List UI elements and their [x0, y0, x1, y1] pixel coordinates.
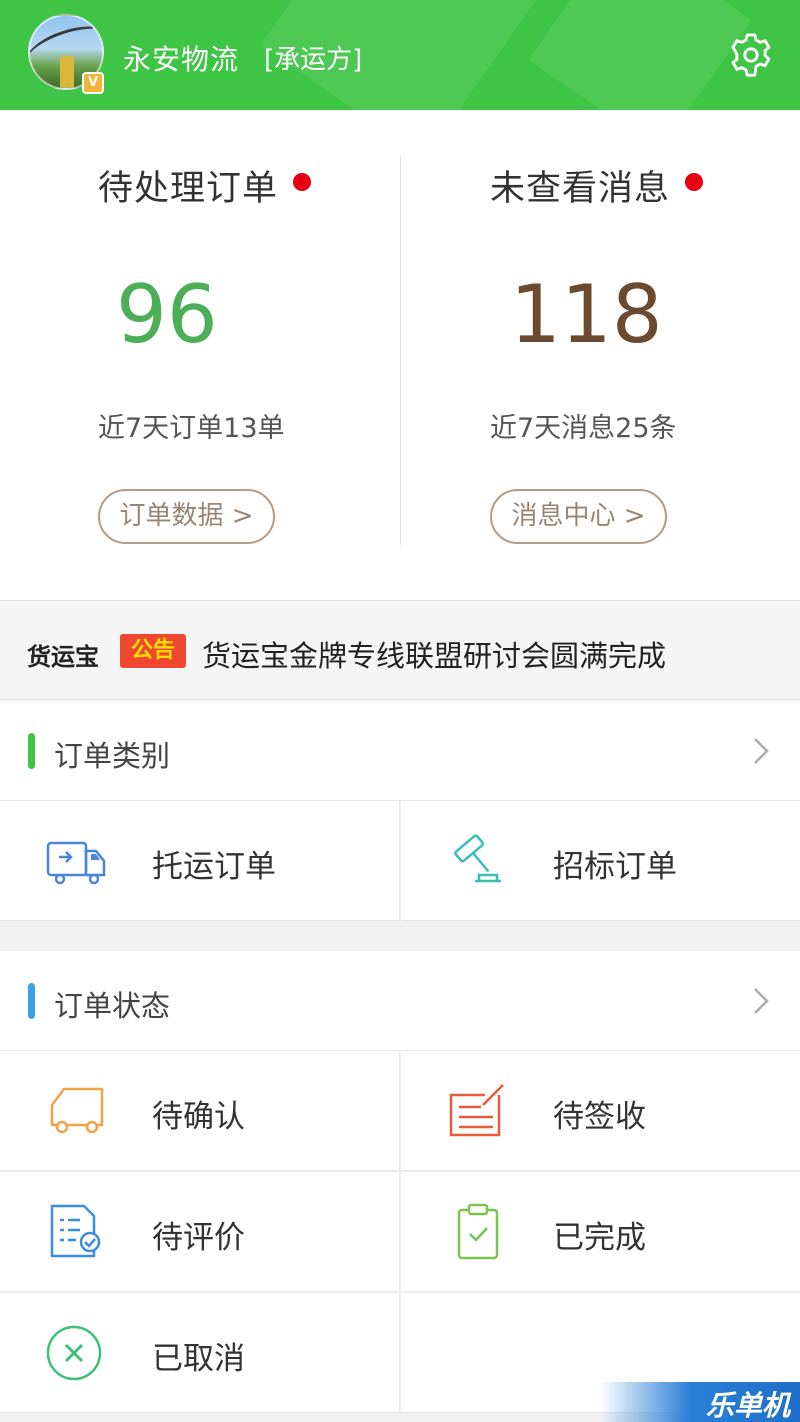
announcement-tag: 公告 — [120, 634, 186, 668]
gavel-icon — [454, 834, 501, 883]
brand-label: 货运宝 — [27, 643, 99, 671]
unread-messages-title: 未查看消息 — [490, 169, 671, 209]
chevron-right-icon — [754, 738, 769, 764]
pending-orders-subtitle: 近7天订单13单 — [98, 413, 285, 444]
watermark: 乐单机 — [600, 1382, 800, 1422]
item-label: 待签收 — [553, 1099, 646, 1135]
section-accent-bar — [28, 983, 35, 1019]
header-decoration — [528, 0, 752, 110]
unread-messages-count[interactable]: 118 — [510, 275, 663, 355]
unread-messages-subtitle: 近7天消息25条 — [490, 413, 677, 444]
cancelled-item[interactable]: 已取消 — [0, 1293, 400, 1413]
consignment-order-item[interactable]: 托运订单 — [0, 801, 400, 921]
announcement-bar[interactable]: 货运宝 公告 货运宝金牌专线联盟研讨会圆满完成 — [0, 600, 800, 700]
truck-icon — [46, 841, 106, 885]
section-title: 订单类别 — [54, 739, 171, 773]
role-label: [承运方] — [264, 45, 363, 75]
section-gap — [0, 922, 800, 951]
completed-item[interactable]: 已完成 — [401, 1172, 800, 1292]
message-center-button[interactable]: 消息中心 > — [490, 489, 667, 544]
item-label: 已完成 — [553, 1220, 646, 1256]
clipboard-check-icon — [457, 1203, 499, 1260]
pending-orders-count[interactable]: 96 — [116, 275, 218, 355]
section-accent-bar — [28, 733, 35, 769]
pending-orders-red-dot — [293, 173, 311, 191]
divider — [400, 155, 401, 545]
pending-confirm-item[interactable]: 待确认 — [0, 1051, 400, 1171]
verified-badge: V — [82, 72, 104, 94]
review-icon — [50, 1204, 101, 1258]
cancel-icon — [46, 1325, 102, 1381]
company-name: 永安物流 — [123, 43, 240, 76]
item-label: 待确认 — [152, 1099, 245, 1135]
pending-sign-item[interactable]: 待签收 — [401, 1051, 800, 1171]
order-category-header[interactable]: 订单类别 — [0, 701, 800, 801]
unread-messages-red-dot — [685, 173, 703, 191]
bidding-order-item[interactable]: 招标订单 — [401, 801, 800, 921]
order-data-button[interactable]: 订单数据 > — [98, 489, 275, 544]
item-label: 已取消 — [152, 1341, 245, 1377]
gear-icon[interactable] — [728, 32, 774, 78]
item-label: 待评价 — [152, 1220, 245, 1256]
announcement-text[interactable]: 货运宝金牌专线联盟研讨会圆满完成 — [202, 633, 666, 675]
item-label: 招标订单 — [553, 849, 677, 885]
chevron-right-icon — [754, 988, 769, 1014]
truck-outline-icon — [50, 1087, 104, 1134]
avatar-image-detail — [60, 56, 74, 88]
pending-review-item[interactable]: 待评价 — [0, 1172, 400, 1292]
watermark-text: 乐单机 — [705, 1389, 790, 1422]
order-status-header[interactable]: 订单状态 — [0, 951, 800, 1051]
item-label: 托运订单 — [152, 849, 276, 885]
stats-panel: 待处理订单 96 近7天订单13单 订单数据 > 未查看消息 118 近7天消息… — [0, 110, 800, 600]
pending-orders-title: 待处理订单 — [98, 169, 279, 209]
app-header: V 永安物流 [承运方] — [0, 0, 800, 110]
section-title: 订单状态 — [54, 989, 171, 1023]
sign-icon — [449, 1084, 504, 1137]
